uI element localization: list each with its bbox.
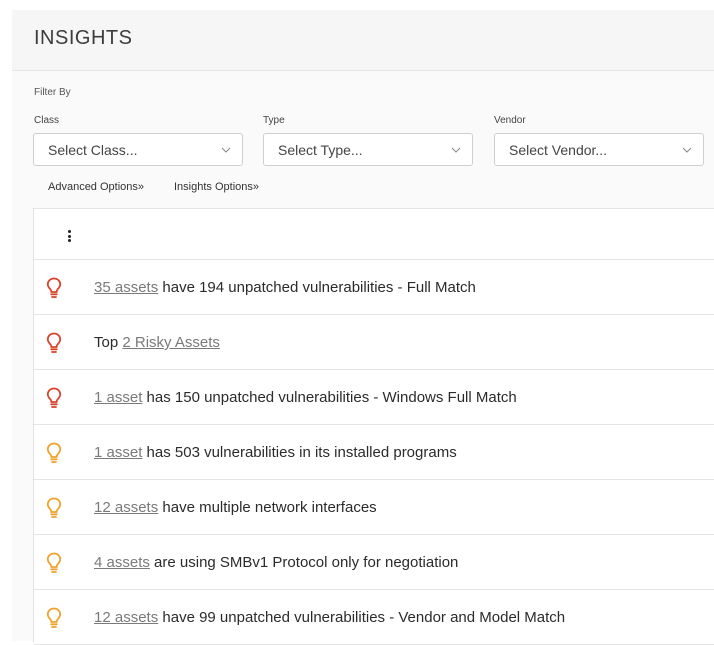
insight-description: are using SMBv1 Protocol only for negoti… — [149, 554, 459, 571]
vendor-filter-label: Vendor — [494, 115, 526, 126]
chevron-down-icon — [682, 147, 692, 153]
insight-text: Top 2 Risky Assets — [94, 334, 220, 351]
insight-text: 4 assets are using SMBv1 Protocol only f… — [94, 554, 458, 571]
list-item: 4 assets are using SMBv1 Protocol only f… — [34, 535, 714, 590]
insight-asset-link[interactable]: 12 assets — [94, 609, 158, 626]
insight-text: 1 asset has 503 vulnerabilities in its i… — [94, 444, 457, 461]
insight-text: 12 assets have multiple network interfac… — [94, 499, 377, 516]
list-item: 12 assets have 99 unpatched vulnerabilit… — [34, 590, 714, 645]
insight-asset-link[interactable]: 35 assets — [94, 279, 158, 296]
class-select[interactable]: Select Class... — [33, 133, 243, 166]
chevron-down-icon — [451, 147, 461, 153]
insights-list: 35 assets have 194 unpatched vulnerabili… — [33, 208, 714, 645]
insight-text: 1 asset has 150 unpatched vulnerabilitie… — [94, 389, 517, 406]
lightbulb-icon — [46, 387, 62, 408]
lightbulb-icon — [46, 277, 62, 298]
chevron-down-icon — [221, 147, 231, 153]
lightbulb-icon — [46, 497, 62, 518]
lightbulb-icon — [46, 442, 62, 463]
vendor-select[interactable]: Select Vendor... — [494, 133, 704, 166]
insight-prefix: Top — [94, 334, 123, 351]
class-filter-label: Class — [34, 115, 60, 126]
insight-text: 12 assets have 99 unpatched vulnerabilit… — [94, 609, 565, 626]
filter-by-heading: Filter By — [34, 87, 71, 98]
list-item: 1 asset has 503 vulnerabilities in its i… — [34, 425, 714, 480]
type-select-value: Select Type... — [278, 142, 363, 158]
type-select[interactable]: Select Type... — [263, 133, 473, 166]
insight-description: have multiple network interfaces — [158, 499, 377, 516]
type-filter-label: Type — [263, 115, 285, 126]
list-item: 1 asset has 150 unpatched vulnerabilitie… — [34, 370, 714, 425]
list-item: 35 assets have 194 unpatched vulnerabili… — [34, 260, 714, 315]
kebab-menu-icon[interactable] — [67, 230, 73, 244]
insight-description: have 194 unpatched vulnerabilities - Ful… — [158, 279, 476, 296]
insight-asset-link[interactable]: 1 asset — [94, 444, 142, 461]
list-toolbar — [34, 209, 714, 260]
vendor-select-value: Select Vendor... — [509, 142, 608, 158]
lightbulb-icon — [46, 607, 62, 628]
list-item: 12 assets have multiple network interfac… — [34, 480, 714, 535]
insight-description: has 150 unpatched vulnerabilities - Wind… — [142, 389, 517, 406]
list-item: Top 2 Risky Assets — [34, 315, 714, 370]
class-select-value: Select Class... — [48, 142, 138, 158]
lightbulb-icon — [46, 332, 62, 353]
lightbulb-icon — [46, 552, 62, 573]
insight-description: has 503 vulnerabilities in its installed… — [142, 444, 457, 461]
insights-options-link[interactable]: Insights Options» — [174, 181, 259, 193]
insight-asset-link[interactable]: 2 Risky Assets — [122, 334, 220, 351]
insight-asset-link[interactable]: 4 assets — [94, 554, 150, 571]
insight-text: 35 assets have 194 unpatched vulnerabili… — [94, 279, 476, 296]
advanced-options-link[interactable]: Advanced Options» — [48, 181, 144, 193]
page-title: INSIGHTS — [34, 27, 133, 49]
insight-asset-link[interactable]: 1 asset — [94, 389, 142, 406]
insight-description: have 99 unpatched vulnerabilities - Vend… — [158, 609, 566, 626]
insight-asset-link[interactable]: 12 assets — [94, 499, 158, 516]
